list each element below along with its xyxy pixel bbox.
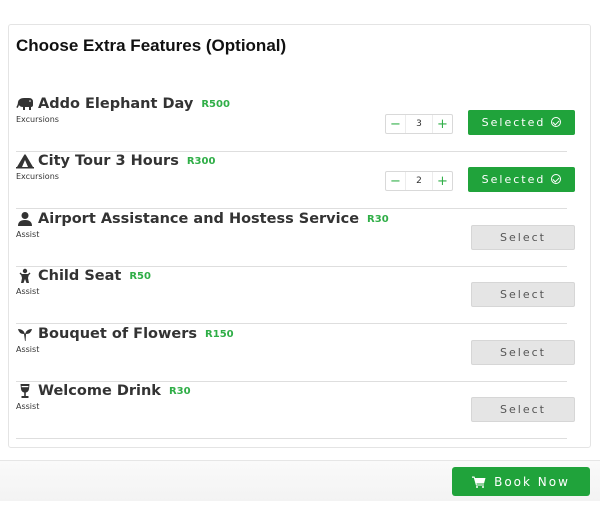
feature-price: R150 [205, 329, 234, 340]
select-button[interactable]: Select [471, 397, 575, 422]
feature-price: R30 [367, 214, 389, 225]
user-icon [16, 211, 34, 227]
section-heading: Choose Extra Features (Optional) [16, 36, 287, 55]
bouquet-icon [16, 326, 34, 342]
feature-name: Bouquet of Flowers [38, 326, 198, 342]
feature-item-addo-elephant-day: Addo Elephant Day R500 Excursions − 3 + … [16, 95, 575, 152]
select-button[interactable]: Select [471, 340, 575, 365]
feature-item-child-seat: Child Seat R50 Assist Select [16, 267, 575, 324]
feature-price: R500 [201, 99, 230, 110]
check-circle-icon [551, 117, 562, 127]
selected-button[interactable]: Selected [468, 167, 575, 192]
increment-button[interactable]: + [433, 172, 452, 190]
tent-icon [16, 153, 34, 169]
feature-item-city-tour: City Tour 3 Hours R300 Excursions − 2 + … [16, 152, 575, 209]
elephant-icon [16, 96, 34, 112]
quantity-value[interactable]: 2 [405, 172, 433, 190]
select-button[interactable]: Select [471, 225, 575, 250]
wine-glass-icon [16, 383, 34, 399]
feature-name: Airport Assistance and Hostess Service [38, 211, 360, 227]
check-circle-icon [551, 174, 562, 184]
feature-price: R30 [168, 386, 191, 397]
decrement-button[interactable]: − [386, 172, 405, 190]
feature-item-welcome-drink: Welcome Drink R30 Assist Select [16, 382, 575, 439]
feature-name: Addo Elephant Day [38, 96, 194, 112]
feature-category: Assist [16, 345, 40, 354]
feature-item-bouquet: Bouquet of Flowers R150 Assist Select [16, 325, 575, 382]
selected-button[interactable]: Selected [468, 110, 575, 135]
quantity-value[interactable]: 3 [405, 115, 433, 133]
feature-price: R300 [186, 156, 216, 167]
feature-item-airport-assistance: Airport Assistance and Hostess Service R… [16, 210, 575, 267]
quantity-stepper: − 3 + [385, 114, 453, 134]
feature-name: City Tour 3 Hours [38, 153, 179, 169]
feature-price: R50 [129, 271, 151, 282]
cart-icon [472, 476, 486, 488]
feature-name: Child Seat [38, 268, 122, 284]
decrement-button[interactable]: − [386, 115, 405, 133]
feature-name: Welcome Drink [38, 383, 161, 399]
quantity-stepper: − 2 + [385, 171, 453, 191]
button-label: Selected [481, 173, 546, 186]
button-label: Selected [481, 116, 546, 129]
select-button[interactable]: Select [471, 282, 575, 307]
child-icon [16, 268, 34, 284]
feature-category: Excursions [16, 115, 59, 124]
feature-category: Assist [16, 402, 40, 411]
feature-category: Excursions [16, 172, 59, 181]
book-now-button[interactable]: Book Now [452, 467, 590, 496]
feature-category: Assist [16, 287, 40, 296]
feature-category: Assist [16, 230, 40, 239]
book-now-label: Book Now [494, 474, 570, 489]
increment-button[interactable]: + [433, 115, 452, 133]
